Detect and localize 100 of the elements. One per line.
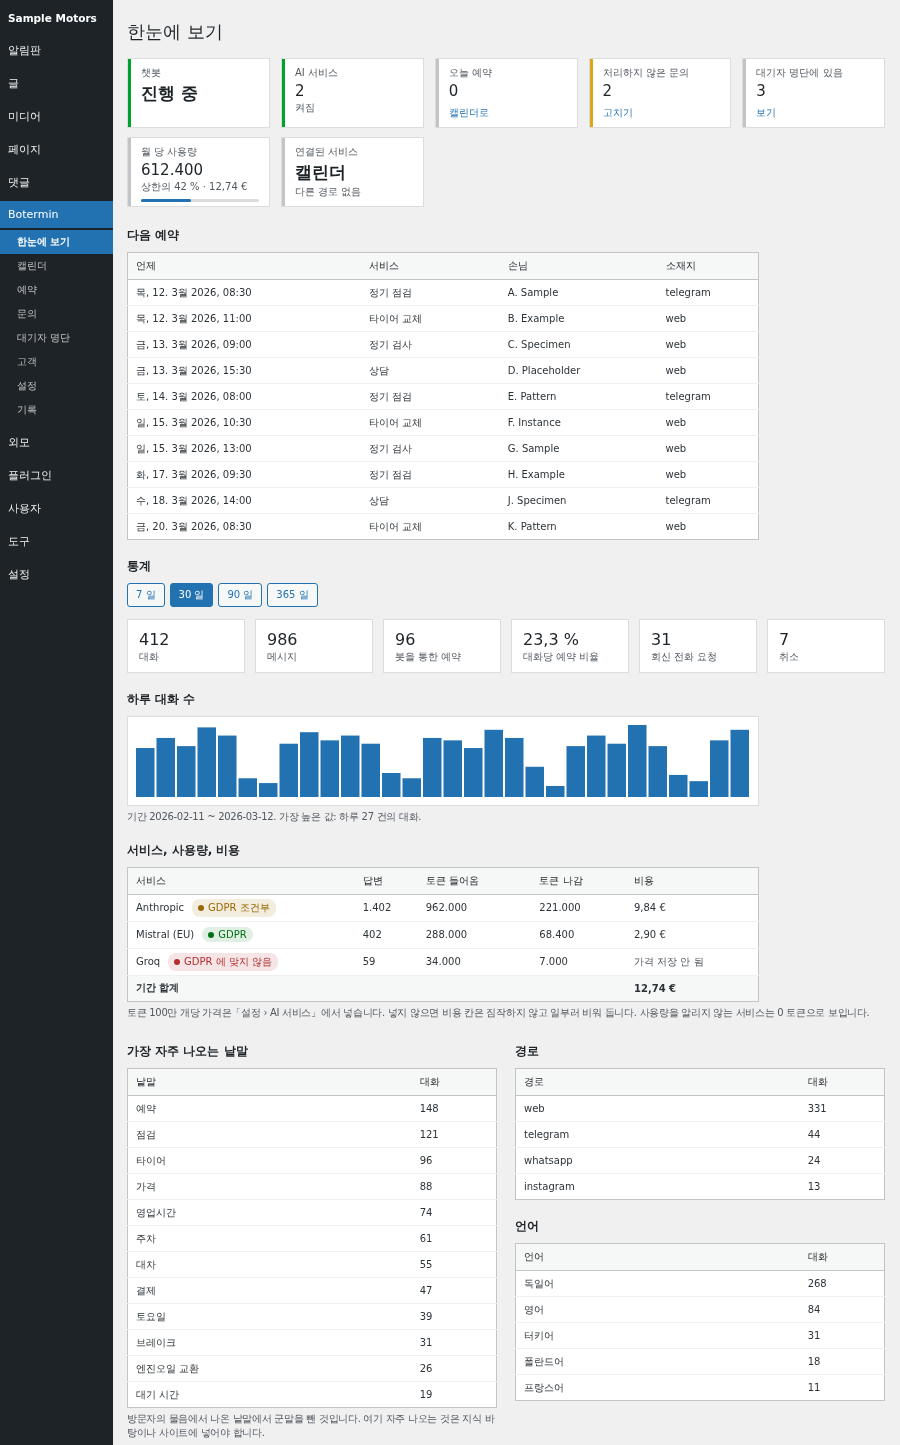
stat-label: 대화 <box>139 650 160 664</box>
submenu-item[interactable]: 캘린더 <box>0 254 113 278</box>
card-link[interactable]: 고치기 <box>602 107 633 118</box>
column-header: 서비스 <box>360 252 500 280</box>
bar <box>197 727 216 797</box>
card-link[interactable]: 보기 <box>756 107 777 118</box>
menu-item[interactable]: 외모 <box>0 428 113 457</box>
table-cell: 일, 15. 3월 2026, 10:30 <box>127 409 361 436</box>
table-cell: 정기 점검 <box>360 279 500 306</box>
bar <box>607 743 626 797</box>
table-cell: 148 <box>411 1095 497 1122</box>
section-title: 가장 자주 나오는 낱말 <box>127 1043 249 1060</box>
stat-value: 7 <box>779 630 791 649</box>
table-cell: 예약 <box>127 1095 412 1122</box>
table-cell: 84 <box>799 1296 885 1323</box>
range-button[interactable]: 365 일 <box>267 583 318 607</box>
submenu-item[interactable]: 고객 <box>0 350 113 374</box>
card-value: 2 <box>295 82 306 100</box>
table-cell: 962.000 <box>417 894 532 921</box>
column-header: 대화 <box>799 1068 885 1096</box>
table-cell: 268 <box>799 1270 885 1297</box>
bar <box>587 735 606 797</box>
table-cell: 19 <box>411 1381 497 1408</box>
submenu-item[interactable]: 대기자 명단 <box>0 326 113 350</box>
stat-label: 대화당 예약 비율 <box>523 650 601 664</box>
stat-value: 986 <box>267 630 299 649</box>
range-button[interactable]: 7 일 <box>127 583 165 607</box>
table-cell: 121 <box>411 1121 497 1148</box>
card-link[interactable]: 캘린더로 <box>448 107 489 118</box>
section-title: 서비스, 사용량, 비용 <box>127 841 242 859</box>
section-title: 통계 <box>127 558 152 575</box>
table-cell: 정기 검사 <box>360 331 500 358</box>
bar <box>710 740 729 797</box>
menu-item[interactable]: 페이지 <box>0 135 113 164</box>
submenu-item[interactable]: 설정 <box>0 374 113 398</box>
menu-item[interactable]: 댓글 <box>0 168 113 197</box>
table-cell: web <box>657 461 759 488</box>
bar <box>464 748 483 797</box>
chart-caption: 기간 2026-02-11 ~ 2026-03-12. 가장 높은 값: 하루 27 건의 대화. <box>127 810 423 824</box>
menu-item[interactable]: Botermin <box>0 201 113 228</box>
table-cell: 타이어 <box>127 1147 412 1174</box>
menu-item[interactable]: 알림판 <box>0 36 113 65</box>
card-value: 진행 중 <box>141 82 199 105</box>
table-cell: 결제 <box>127 1277 412 1304</box>
table-cell: web <box>657 331 759 358</box>
table-cell: 44 <box>799 1121 885 1148</box>
table-cell: 영어 <box>515 1296 800 1323</box>
table-cell: 2,90 € <box>625 921 759 948</box>
menu-item[interactable]: 사용자 <box>0 494 113 523</box>
submenu-item[interactable]: 기록 <box>0 398 113 422</box>
menu-item[interactable]: 플러그인 <box>0 461 113 490</box>
menu-item[interactable]: 글 <box>0 69 113 98</box>
menu-item[interactable]: 설정 <box>0 560 113 589</box>
card-value: 0 <box>448 82 460 100</box>
table-cell: 금, 20. 3월 2026, 08:30 <box>127 513 361 540</box>
table-cell: 13 <box>799 1173 885 1200</box>
table-cell: 68.400 <box>531 921 626 948</box>
table-cell: whatsapp <box>515 1147 800 1174</box>
status-badge: GDPR <box>202 927 253 942</box>
table-cell: 331 <box>799 1095 885 1122</box>
table-cell: 타이어 교체 <box>360 513 500 540</box>
table-cell: 61 <box>411 1225 497 1252</box>
table-cell: 31 <box>411 1329 497 1356</box>
submenu-item[interactable]: 한눈에 보기 <box>0 230 113 254</box>
table-cell: 타이어 교체 <box>360 409 500 436</box>
section-title: 다음 예약 <box>127 227 181 244</box>
table-cell: 터키어 <box>515 1322 800 1349</box>
site-name[interactable]: Sample Motors <box>0 8 113 36</box>
table-cell: 정기 점검 <box>360 383 500 410</box>
bar <box>177 746 196 797</box>
submenu-item[interactable]: 예약 <box>0 278 113 302</box>
table-cell: 폴란드어 <box>515 1348 800 1375</box>
menu-item[interactable]: 미디어 <box>0 102 113 131</box>
page-title: 한눈에 보기 <box>127 20 224 44</box>
table-cell: 영업시간 <box>127 1199 412 1226</box>
table-cell: 대차 <box>127 1251 412 1278</box>
table-cell: 타이어 교체 <box>360 305 500 332</box>
bar <box>628 725 647 797</box>
table-cell: 상담 <box>360 357 500 384</box>
card-value: 612.400 <box>141 161 205 179</box>
table-cell: web <box>657 435 759 462</box>
bar <box>402 778 421 797</box>
table-cell: D. Placeholder <box>499 357 658 384</box>
range-button[interactable]: 30 일 <box>169 583 214 607</box>
card-value: 2 <box>602 82 614 100</box>
table-cell: 31 <box>799 1322 885 1349</box>
table-cell: telegram <box>657 383 759 410</box>
menu-item[interactable]: 도구 <box>0 527 113 556</box>
bar <box>361 743 380 797</box>
bar <box>156 737 175 797</box>
range-button[interactable]: 90 일 <box>218 583 263 607</box>
table-cell: J. Specimen <box>499 487 658 514</box>
table-cell: 목, 12. 3월 2026, 11:00 <box>127 305 361 332</box>
table-cell: telegram <box>515 1121 800 1148</box>
table-cell: G. Sample <box>499 435 658 462</box>
card-label: 월 당 사용량 <box>141 145 199 159</box>
card-note: 상한의 42 % · 12,74 € <box>141 180 249 194</box>
column-header: 비용 <box>625 867 759 894</box>
submenu-item[interactable]: 문의 <box>0 302 113 326</box>
column-header: 낱말 <box>127 1068 412 1096</box>
